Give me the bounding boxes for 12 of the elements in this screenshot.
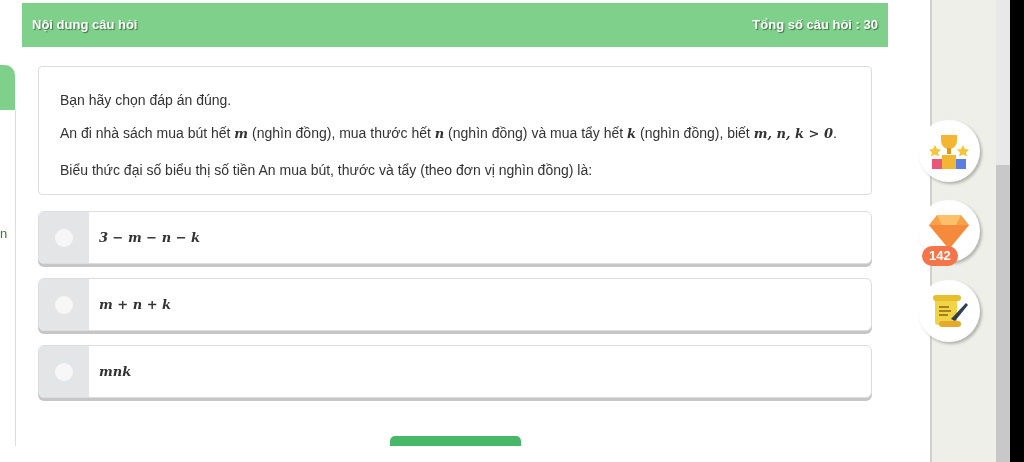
scrollbar-thumb[interactable]	[996, 165, 1010, 462]
next-button[interactable]	[390, 436, 521, 446]
answer-option[interactable]: 3 − m − n − k	[38, 211, 872, 264]
side-tab[interactable]	[0, 65, 15, 110]
header-title: Nội dung câu hỏi	[32, 16, 138, 35]
side-text: n	[0, 226, 8, 242]
count-badge: 142	[922, 246, 958, 266]
question-text: An đi nhà sách mua bút hết m (nghìn đồng), mua thước hết n (nghìn đồng) và mua tẩy hết k (nghìn đồng), biết m, n, k > 0. Biểu thức đại số biểu thị số tiền An mua bút, thước và tẩy (theo đơn vị nghìn đồng) là:	[60, 124, 838, 180]
answer-option[interactable]: m + n + k	[38, 278, 872, 331]
question-count: Tổng số câu hỏi : 30	[752, 16, 878, 35]
question-instruction: Bạn hãy chọn đáp án đúng.	[60, 91, 233, 110]
answer-option[interactable]: mnk	[38, 345, 872, 398]
